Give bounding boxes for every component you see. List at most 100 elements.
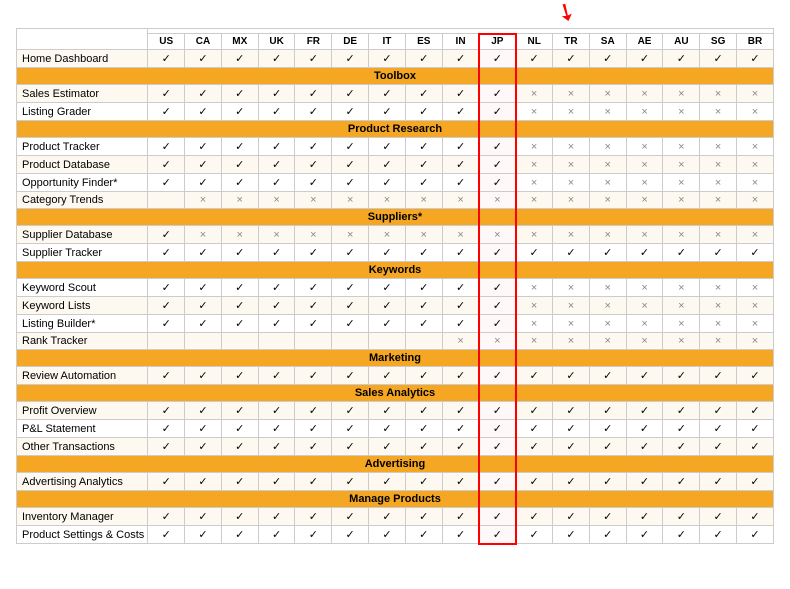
data-row-product-tracker: Product Tracker✓✓✓✓✓✓✓✓✓✓×××××××	[17, 138, 774, 156]
cross-cell: ×	[626, 174, 663, 192]
cross-cell: ×	[626, 192, 663, 209]
check-cell: ✓	[626, 508, 663, 526]
check-cell: ✓	[221, 138, 258, 156]
check-cell: ✓	[442, 50, 479, 68]
check-cell: ✓	[589, 526, 626, 544]
check-cell: ✓	[516, 367, 553, 385]
check-cell: ✓	[442, 473, 479, 491]
data-row-listing-builder: Listing Builder*✓✓✓✓✓✓✓✓✓✓×××××××	[17, 315, 774, 333]
check-cell: ✓	[221, 402, 258, 420]
cross-cell: ×	[663, 333, 700, 350]
check-cell: ✓	[442, 508, 479, 526]
check-cell: ✓	[332, 438, 369, 456]
data-row-product-settings--costs: Product Settings & Costs✓✓✓✓✓✓✓✓✓✓✓✓✓✓✓✓…	[17, 526, 774, 544]
cross-cell: ×	[663, 156, 700, 174]
check-cell: ✓	[663, 402, 700, 420]
cross-cell: ×	[737, 226, 774, 244]
check-cell: ✓	[405, 315, 442, 333]
check-cell: ✓	[737, 508, 774, 526]
check-cell: ✓	[185, 174, 222, 192]
col-header-sa: SA	[589, 34, 626, 50]
check-cell: ✓	[626, 438, 663, 456]
check-cell: ✓	[148, 402, 185, 420]
cross-cell: ×	[479, 226, 516, 244]
cross-cell: ×	[626, 156, 663, 174]
cross-cell: ×	[737, 333, 774, 350]
cross-cell: ×	[553, 226, 590, 244]
check-cell: ✓	[369, 174, 406, 192]
check-cell: ✓	[479, 174, 516, 192]
cross-cell: ×	[663, 138, 700, 156]
cross-cell: ×	[589, 138, 626, 156]
check-cell: ✓	[185, 526, 222, 544]
check-cell: ✓	[185, 244, 222, 262]
check-cell: ✓	[369, 473, 406, 491]
check-cell: ✓	[405, 367, 442, 385]
check-cell: ✓	[737, 438, 774, 456]
check-cell: ✓	[589, 473, 626, 491]
cross-cell: ×	[700, 174, 737, 192]
cross-cell: ×	[516, 156, 553, 174]
check-cell: ✓	[148, 85, 185, 103]
cross-cell: ×	[589, 192, 626, 209]
check-cell: ✓	[369, 50, 406, 68]
check-cell: ✓	[332, 138, 369, 156]
cross-cell: ×	[516, 138, 553, 156]
check-cell: ✓	[221, 85, 258, 103]
check-cell: ✓	[516, 402, 553, 420]
cross-cell: ×	[258, 226, 295, 244]
check-cell: ✓	[405, 526, 442, 544]
check-cell: ✓	[442, 244, 479, 262]
cross-cell: ×	[553, 138, 590, 156]
cross-cell: ×	[737, 85, 774, 103]
check-cell: ✓	[295, 50, 332, 68]
data-row-rank-tracker: Rank Tracker×××××××××	[17, 333, 774, 350]
check-cell: ✓	[516, 473, 553, 491]
check-cell: ✓	[626, 526, 663, 544]
section-row-sales-analytics: Sales Analytics	[17, 385, 774, 402]
check-cell: ✓	[332, 279, 369, 297]
section-row-marketing: Marketing	[17, 350, 774, 367]
check-cell: ✓	[185, 103, 222, 121]
check-cell: ✓	[737, 402, 774, 420]
empty-cell	[185, 333, 222, 350]
check-cell: ✓	[295, 297, 332, 315]
check-cell: ✓	[663, 526, 700, 544]
cross-cell: ×	[553, 156, 590, 174]
check-cell: ✓	[553, 367, 590, 385]
check-cell: ✓	[626, 402, 663, 420]
check-cell: ✓	[332, 508, 369, 526]
cross-cell: ×	[626, 226, 663, 244]
check-cell: ✓	[295, 473, 332, 491]
cross-cell: ×	[442, 333, 479, 350]
check-cell: ✓	[148, 226, 185, 244]
col-header-mx: MX	[221, 34, 258, 50]
data-row-product-database: Product Database✓✓✓✓✓✓✓✓✓✓×××××××	[17, 156, 774, 174]
cross-cell: ×	[626, 315, 663, 333]
cross-cell: ×	[700, 279, 737, 297]
feature-label: Product Settings & Costs	[17, 526, 148, 544]
section-row-toolbox: Toolbox	[17, 68, 774, 85]
cross-cell: ×	[516, 279, 553, 297]
check-cell: ✓	[369, 438, 406, 456]
check-cell: ✓	[332, 156, 369, 174]
check-cell: ✓	[295, 156, 332, 174]
cross-cell: ×	[442, 192, 479, 209]
cross-cell: ×	[479, 333, 516, 350]
feature-label: Product Tracker	[17, 138, 148, 156]
check-cell: ✓	[221, 367, 258, 385]
feature-label: Supplier Tracker	[17, 244, 148, 262]
check-cell: ✓	[442, 402, 479, 420]
cross-cell: ×	[700, 103, 737, 121]
check-cell: ✓	[258, 367, 295, 385]
check-cell: ✓	[258, 174, 295, 192]
feature-label: Inventory Manager	[17, 508, 148, 526]
feature-label: Listing Grader	[17, 103, 148, 121]
cross-cell: ×	[737, 174, 774, 192]
cross-cell: ×	[700, 226, 737, 244]
cross-cell: ×	[221, 192, 258, 209]
check-cell: ✓	[148, 103, 185, 121]
cross-cell: ×	[663, 226, 700, 244]
check-cell: ✓	[258, 402, 295, 420]
cross-cell: ×	[737, 156, 774, 174]
